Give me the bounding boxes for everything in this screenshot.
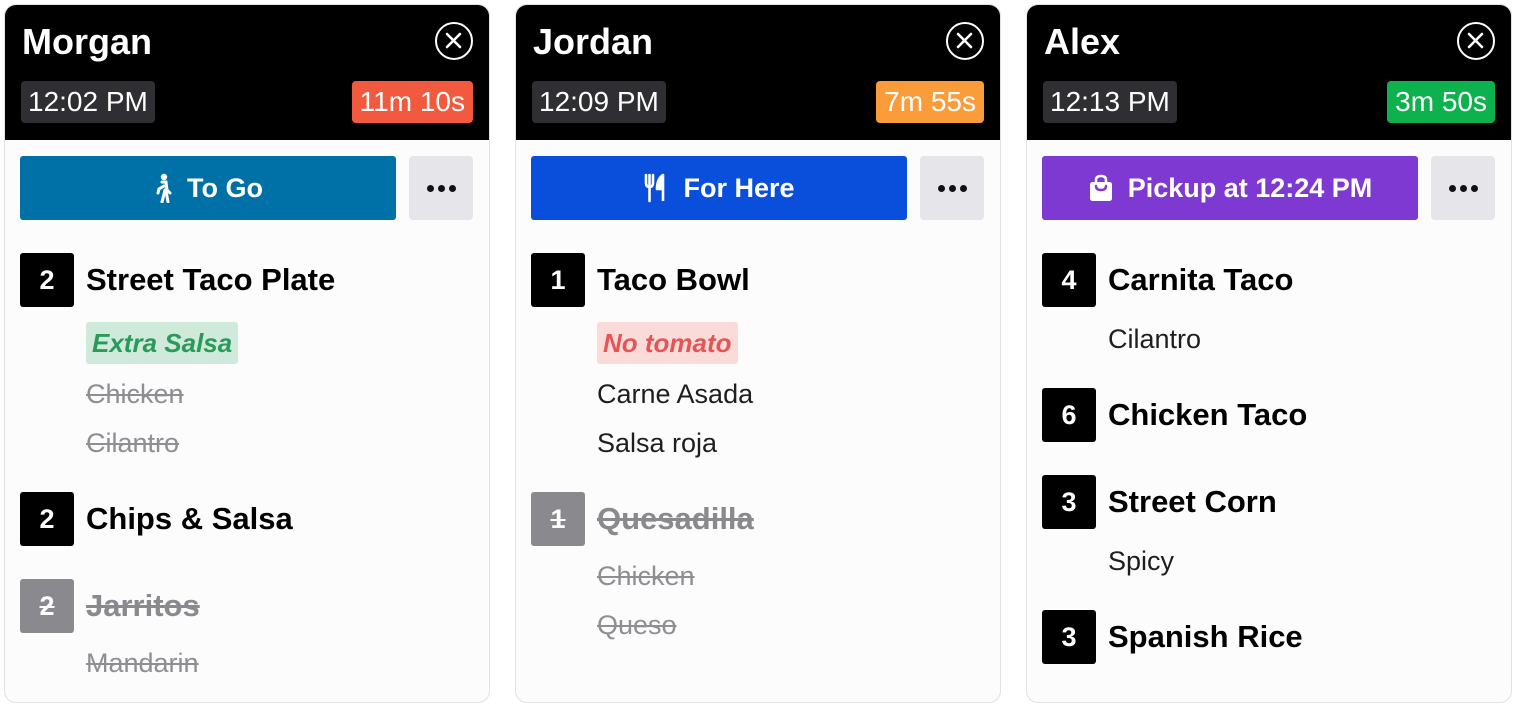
item-modifier: Chicken [86,379,184,409]
item-quantity: 3 [1042,610,1096,664]
item-name: Jarritos [86,588,200,623]
shopping-bag-icon [1089,174,1112,201]
item-quantity: 1 [531,253,585,307]
order-type-label: To Go [187,172,263,203]
order-time: 12:13 PM [1043,81,1177,123]
item-name: Taco Bowl [597,262,750,297]
order-item[interactable]: 1 Taco Bowl [531,253,984,307]
order-card-morgan: Morgan 12:02 PM 11m 10s To Go 2 Street T… [4,4,490,703]
modifier-tag: Extra Salsa [86,322,239,364]
item-modifier: Queso [597,610,677,640]
elapsed-timer: 11m 10s [351,81,473,123]
item-quantity: 2 [20,253,74,307]
ellipsis-icon [425,179,458,197]
order-items-list: 4 Carnita Taco Cilantro 6 Chicken Taco 3… [1042,253,1495,664]
ellipsis-icon [1447,179,1480,197]
order-items-list: 1 Taco Bowl No tomato Carne Asada Salsa … [531,253,984,650]
close-order-button[interactable] [946,22,984,60]
order-type-label: Pickup at 12:24 PM [1127,172,1373,203]
more-options-button[interactable] [409,156,473,220]
item-modifier: Chicken [597,561,695,591]
order-time: 12:02 PM [21,81,155,123]
item-modifier: Mandarin [86,648,199,678]
item-name: Street Corn [1108,484,1277,519]
customer-name: Jordan [533,21,654,62]
item-modifier: Spicy [1108,546,1175,576]
walking-person-icon [156,173,172,203]
more-options-button[interactable] [1431,156,1495,220]
order-items-list: 2 Street Taco Plate Extra Salsa Chicken … [20,253,473,688]
order-item-completed[interactable]: 2 Jarritos [20,579,473,633]
modifier-tag: No tomato [597,322,738,364]
item-modifier: No tomato [597,317,984,370]
item-modifier: Cilantro [1108,324,1202,354]
order-item[interactable]: 3 Spanish Rice [1042,610,1495,664]
close-icon [445,32,462,49]
customer-name: Alex [1044,21,1121,62]
item-name: Carnita Taco [1108,262,1294,297]
close-icon [956,32,973,49]
item-quantity: 4 [1042,253,1096,307]
order-item[interactable]: 2 Street Taco Plate [20,253,473,307]
more-options-button[interactable] [920,156,984,220]
order-card-alex: Alex 12:13 PM 3m 50s Pickup at 12:24 PM … [1026,4,1512,703]
item-name: Chicken Taco [1108,397,1308,432]
order-item-completed[interactable]: 1 Quesadilla [531,492,984,546]
order-card-header: Alex 12:13 PM 3m 50s [1027,5,1511,140]
item-name: Spanish Rice [1108,619,1303,654]
fork-knife-icon [645,173,665,203]
close-order-button[interactable] [1457,22,1495,60]
order-action-row: To Go [20,156,473,220]
item-modifier: Extra Salsa [86,317,473,370]
order-card-jordan: Jordan 12:09 PM 7m 55s For Here 1 Taco B… [515,4,1001,703]
order-item[interactable]: 3 Street Corn [1042,475,1495,529]
item-name: Chips & Salsa [86,501,293,536]
order-card-header: Jordan 12:09 PM 7m 55s [516,5,1000,140]
order-action-row: For Here [531,156,984,220]
ellipsis-icon [936,179,969,197]
item-modifier: Carne Asada [597,379,754,409]
item-modifier: Cilantro [86,428,180,458]
order-item[interactable]: 2 Chips & Salsa [20,492,473,546]
order-item[interactable]: 6 Chicken Taco [1042,388,1495,442]
order-type-label: For Here [683,172,795,203]
item-quantity: 1 [531,492,585,546]
order-item[interactable]: 4 Carnita Taco [1042,253,1495,307]
elapsed-timer: 7m 55s [876,81,984,123]
order-type-button[interactable]: Pickup at 12:24 PM [1042,156,1418,220]
order-type-button[interactable]: To Go [20,156,396,220]
elapsed-timer: 3m 50s [1387,81,1495,123]
item-name: Street Taco Plate [86,262,336,297]
order-time: 12:09 PM [532,81,666,123]
close-icon [1467,32,1484,49]
item-quantity: 3 [1042,475,1096,529]
customer-name: Morgan [22,21,152,62]
item-quantity: 2 [20,492,74,546]
close-order-button[interactable] [435,22,473,60]
order-type-button[interactable]: For Here [531,156,907,220]
order-card-header: Morgan 12:02 PM 11m 10s [5,5,489,140]
order-action-row: Pickup at 12:24 PM [1042,156,1495,220]
item-name: Quesadilla [597,501,754,536]
item-quantity: 6 [1042,388,1096,442]
item-quantity: 2 [20,579,74,633]
item-modifier: Salsa roja [597,428,718,458]
